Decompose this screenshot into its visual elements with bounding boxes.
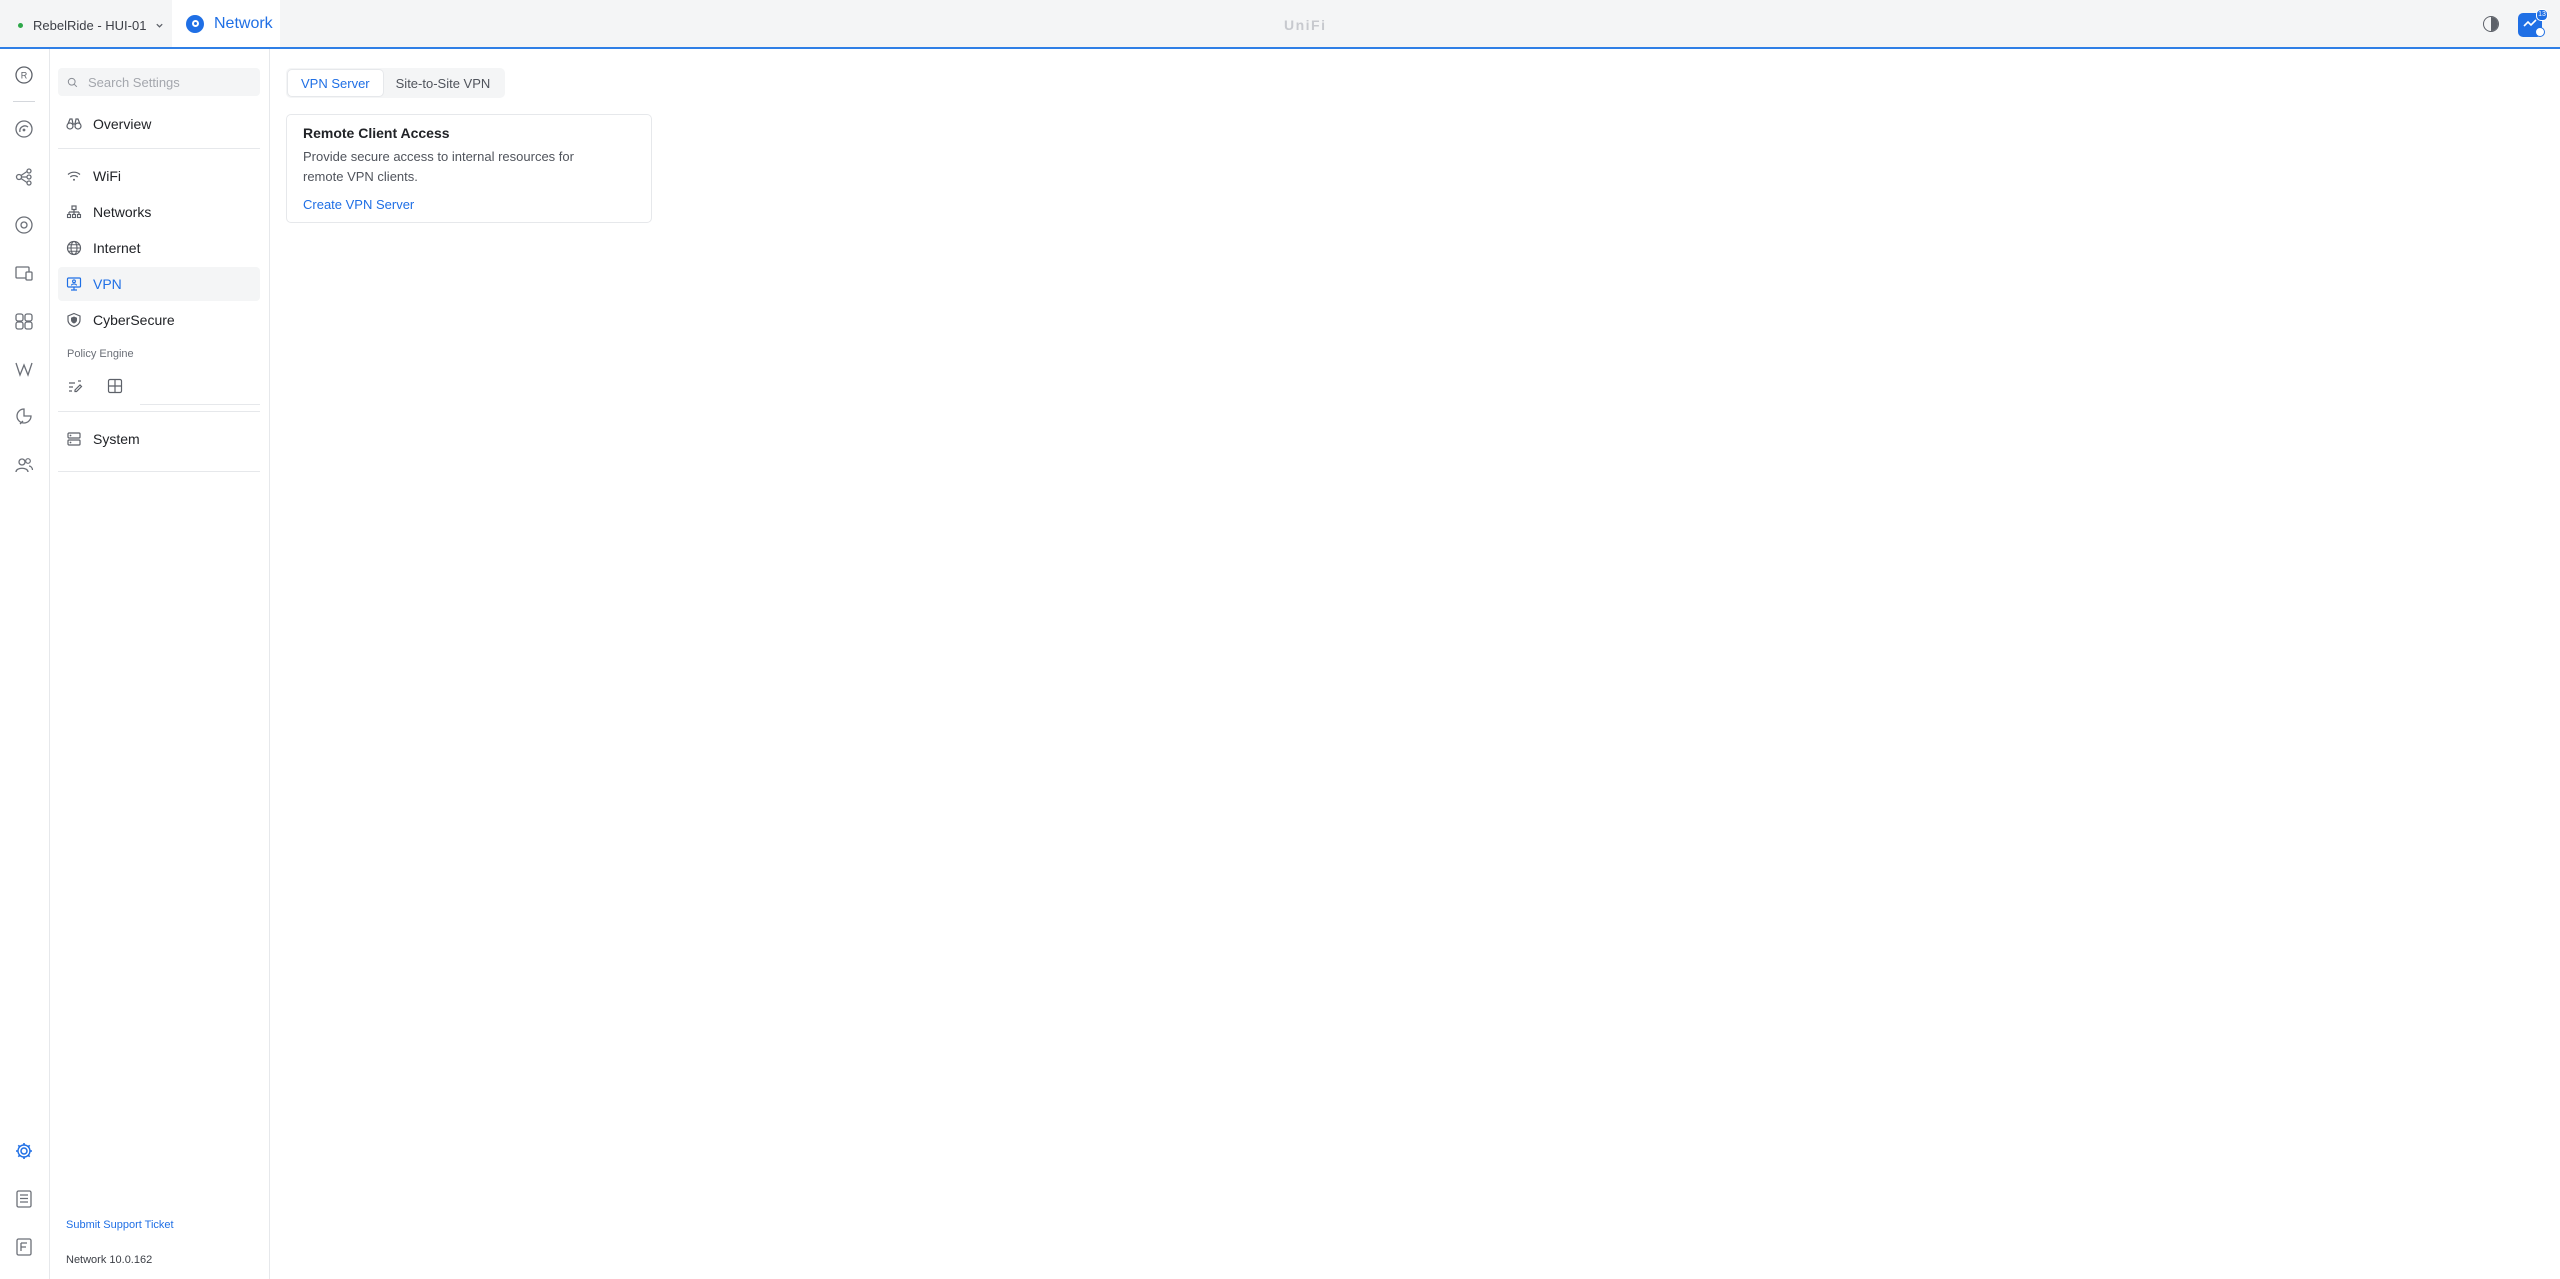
- insights-icon[interactable]: [14, 311, 34, 331]
- unifi-logo: UniFi: [1284, 17, 1327, 33]
- sidebar-item-label: CyberSecure: [93, 312, 175, 328]
- vpn-tabs: VPN Server Site-to-Site VPN: [286, 68, 506, 98]
- policy-table-icon[interactable]: [105, 376, 125, 396]
- svg-text:R: R: [21, 71, 28, 81]
- internet-globe-icon: [66, 240, 82, 256]
- topology-icon[interactable]: [14, 167, 34, 187]
- system-icon: [67, 432, 81, 446]
- logs-icon[interactable]: [14, 1189, 34, 1209]
- vpn-icon: [66, 277, 82, 291]
- sidebar-item-vpn[interactable]: VPN: [58, 267, 260, 301]
- policy-engine-title: Policy Engine: [67, 348, 140, 360]
- sidebar-item-label: System: [93, 431, 140, 447]
- remote-client-access-card: Remote Client Access Provide secure acce…: [286, 114, 652, 223]
- sidebar-item-cybersecure[interactable]: CyberSecure: [58, 303, 260, 337]
- sidebar-item-system[interactable]: System: [58, 422, 260, 456]
- tab-site-to-site-vpn[interactable]: Site-to-Site VPN: [383, 70, 504, 96]
- rebelride-avatar-icon[interactable]: R: [14, 65, 34, 85]
- sidebar-item-label: Networks: [93, 204, 152, 220]
- search-input[interactable]: [86, 73, 260, 91]
- sidebar-item-label: Internet: [93, 240, 141, 256]
- sidebar-item-internet[interactable]: Internet: [58, 231, 260, 265]
- whats-new-icon[interactable]: [14, 1237, 34, 1257]
- top-bar: RebelRide - HUI-01 Network UniFi 13: [0, 0, 2560, 49]
- card-title: Remote Client Access: [303, 125, 450, 141]
- dashboard-icon[interactable]: [14, 119, 34, 139]
- site-selector[interactable]: RebelRide - HUI-01: [18, 14, 164, 36]
- unifi-devices-icon[interactable]: [14, 215, 34, 235]
- sidebar-item-label: WiFi: [93, 168, 121, 184]
- networks-icon: [66, 205, 82, 219]
- search-box: [58, 68, 260, 96]
- sidebar-item-overview[interactable]: Overview: [58, 107, 260, 141]
- policy-engine-divider: [140, 404, 260, 405]
- sidebar-item-networks[interactable]: Networks: [58, 195, 260, 229]
- sidebar-divider: [58, 148, 260, 149]
- notification-badge: 13: [2536, 9, 2548, 21]
- sidebar-divider: [58, 411, 260, 412]
- settings-sidebar: Overview WiFi Networks Internet VPN Cybe…: [50, 49, 270, 1279]
- app-navigation-rail: R: [0, 49, 50, 1279]
- chevron-down-icon: [156, 23, 164, 28]
- site-status-dot: [18, 22, 23, 28]
- radio-manager-icon[interactable]: [14, 359, 34, 379]
- create-vpn-server-link[interactable]: Create VPN Server: [303, 197, 414, 212]
- settings-icon[interactable]: [14, 1141, 34, 1161]
- account-status-icon: [2535, 27, 2545, 37]
- submit-support-ticket-link[interactable]: Submit Support Ticket: [66, 1219, 174, 1231]
- theme-toggle-icon[interactable]: [2483, 16, 2499, 32]
- app-tab-label: Network: [214, 14, 273, 32]
- site-name: RebelRide - HUI-01: [33, 17, 147, 33]
- sidebar-item-label: Overview: [93, 116, 152, 132]
- protect-icon[interactable]: [14, 407, 34, 427]
- sidebar-divider: [58, 471, 260, 472]
- card-description: Provide secure access to internal resour…: [303, 149, 574, 184]
- app-tab-network[interactable]: Network: [172, 0, 280, 47]
- app-version: Network 10.0.162: [66, 1254, 153, 1266]
- wifi-icon: [67, 171, 81, 181]
- rail-separator: [13, 101, 35, 102]
- sidebar-item-wifi[interactable]: WiFi: [58, 159, 260, 193]
- sidebar-item-label: VPN: [93, 276, 122, 292]
- client-devices-icon[interactable]: [14, 263, 34, 283]
- search-icon: [67, 77, 78, 87]
- policy-edit-icon[interactable]: [65, 376, 85, 396]
- network-app-icon: [186, 14, 204, 33]
- admins-icon[interactable]: [14, 455, 34, 475]
- tab-vpn-server[interactable]: VPN Server: [288, 70, 383, 96]
- overview-icon: [66, 118, 82, 130]
- cybersecure-shield-icon: [67, 312, 81, 328]
